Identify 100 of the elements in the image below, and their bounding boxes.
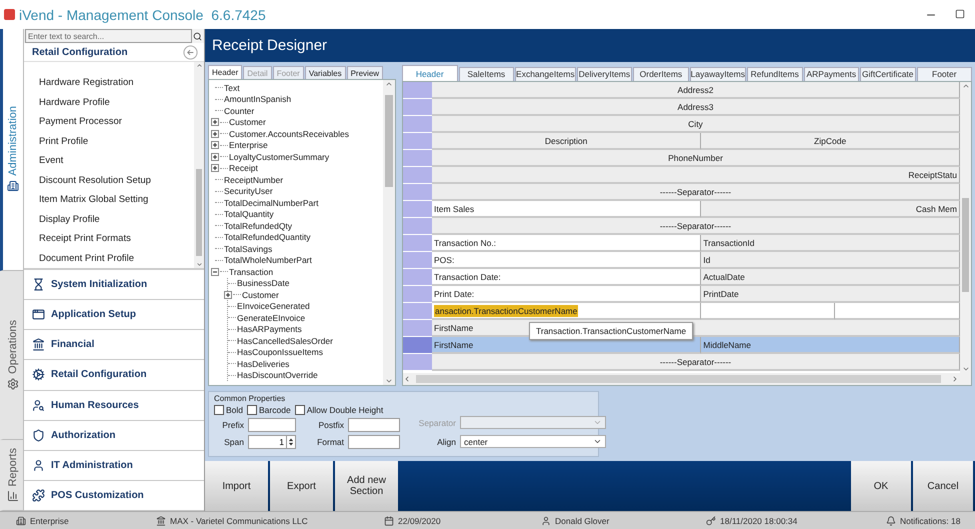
tab[interactable]: DeliveryItems — [576, 66, 632, 81]
tree-node[interactable]: TotalWholeNumberPart — [224, 255, 312, 266]
row-handle[interactable] — [403, 218, 432, 235]
tree-node[interactable]: Customer.AccountsReceivables — [229, 128, 350, 139]
scroll-thumb[interactable] — [416, 375, 941, 383]
grid-cell[interactable]: Address2 — [432, 82, 960, 99]
search-icon[interactable] — [193, 32, 202, 40]
row-handle[interactable] — [403, 99, 432, 116]
module-button[interactable]: Application Setup — [24, 300, 204, 330]
grid-cell[interactable] — [701, 303, 835, 320]
module-button[interactable]: POS Customization — [24, 480, 204, 511]
action-button[interactable]: Export — [270, 461, 333, 511]
grid-cell[interactable]: ZipCode — [701, 133, 960, 150]
grid-cell[interactable]: PhoneNumber — [432, 150, 960, 167]
search-field[interactable]: Enter text to search... — [25, 29, 192, 43]
tree-node[interactable]: LoyaltyCustomerSummary — [229, 152, 330, 162]
tree-node[interactable]: TotalDecimalNumberPart — [224, 198, 318, 208]
module-button[interactable]: Retail Configuration — [24, 360, 204, 390]
tab[interactable]: Header — [208, 65, 242, 79]
module-button[interactable]: IT Administration — [24, 450, 204, 481]
scroll-down-icon[interactable] — [962, 365, 970, 373]
expand-icon[interactable] — [211, 152, 219, 161]
grid-cell[interactable]: ReceiptStatu — [432, 167, 960, 184]
tree-node[interactable]: TotalRefundedQty — [224, 220, 292, 231]
action-button[interactable]: Add new Section — [335, 461, 398, 511]
tree-node[interactable]: GenerateEInvoice — [237, 312, 306, 323]
grid-cell[interactable]: ansaction.TransactionCustomerName — [432, 303, 702, 320]
menu-item[interactable]: Document Print Profile — [24, 248, 194, 268]
scroll-down-icon[interactable] — [196, 261, 202, 268]
menu-item[interactable]: Print Profile — [24, 132, 194, 151]
tree-node[interactable]: Text — [224, 82, 240, 93]
menu-item[interactable]: Payment Processor — [24, 112, 194, 132]
row-handle[interactable] — [403, 82, 432, 99]
grid-cell[interactable]: Id — [701, 252, 960, 269]
grid-cell[interactable]: Print Date: — [432, 286, 702, 303]
scroll-thumb[interactable] — [196, 169, 202, 256]
checkbox-option[interactable]: Barcode — [247, 405, 291, 415]
scroll-up-icon[interactable] — [385, 80, 393, 88]
grid-cell[interactable]: Description — [432, 133, 702, 150]
tree-node[interactable]: TotalQuantity — [224, 209, 274, 220]
side-tab[interactable]: Administration — [0, 29, 23, 270]
tree-node[interactable]: BusinessDate — [237, 278, 290, 288]
grid-cell[interactable]: ------Separator------ — [432, 354, 960, 371]
tree-node[interactable]: TotalRefundedQuantity — [224, 232, 310, 242]
expand-icon[interactable] — [211, 141, 219, 150]
checkbox-option[interactable]: Bold — [214, 405, 244, 415]
scroll-up-icon[interactable] — [962, 82, 970, 90]
tab[interactable]: Preview — [346, 66, 384, 79]
row-handle[interactable] — [403, 167, 432, 184]
row-handle[interactable] — [403, 235, 432, 252]
collapse-icon[interactable] — [211, 268, 219, 276]
grid-cell[interactable]: ------Separator------ — [432, 218, 960, 235]
menu-item[interactable]: Hardware Registration — [24, 73, 194, 92]
expand-icon[interactable] — [211, 130, 219, 138]
row-handle[interactable] — [403, 184, 432, 201]
grid-cell[interactable]: Transaction Date: — [432, 269, 702, 286]
row-handle[interactable] — [403, 286, 432, 303]
row-handle[interactable] — [403, 201, 432, 218]
tree-node[interactable]: HasDeliveries — [237, 358, 290, 369]
menu-item[interactable]: Receipt Print Formats — [24, 229, 194, 248]
expand-icon[interactable] — [211, 118, 219, 126]
row-handle[interactable] — [403, 116, 432, 133]
grid-cell[interactable]: MiddleName — [701, 337, 960, 354]
tree-node[interactable]: ReceiptNumber — [224, 174, 284, 185]
tree-node[interactable]: TotalSavings — [224, 244, 272, 254]
dialog-button[interactable]: OK — [851, 461, 911, 511]
menu-item[interactable]: Display Profile — [24, 210, 194, 229]
scroll-thumb[interactable] — [385, 95, 393, 187]
scroll-up-icon[interactable] — [196, 62, 202, 69]
tree-node[interactable]: AmountInSpanish — [224, 94, 292, 104]
tab[interactable]: GiftCertificate — [860, 66, 916, 81]
vertical-scrollbar[interactable] — [383, 80, 395, 385]
tree-node[interactable]: HasCouponIssueItems — [237, 347, 323, 358]
row-handle[interactable] — [403, 252, 432, 269]
tab[interactable]: ExchangeItems — [515, 66, 576, 81]
horizontal-scrollbar[interactable] — [403, 373, 971, 385]
row-handle[interactable] — [403, 320, 432, 337]
expand-icon[interactable] — [211, 164, 219, 172]
spinner-field[interactable]: 1 — [248, 435, 287, 449]
tab[interactable]: Footer — [916, 66, 972, 81]
grid-cell[interactable]: City — [432, 116, 960, 133]
module-button[interactable]: Human Resources — [24, 390, 204, 421]
grid-cell[interactable]: PrintDate — [701, 286, 960, 303]
grid-cell[interactable]: ActualDate — [701, 269, 960, 286]
tree-node[interactable]: HasARPayments — [237, 324, 302, 334]
checkbox[interactable] — [294, 405, 305, 415]
tab[interactable]: LayawayItems — [690, 66, 746, 81]
scroll-left-icon[interactable] — [403, 375, 411, 383]
input-field[interactable] — [348, 418, 400, 432]
tree-node[interactable]: SecurityUser — [224, 186, 273, 196]
tree-node[interactable]: HasDiscountOverride — [237, 370, 318, 380]
tree-node[interactable]: Customer — [229, 117, 266, 128]
checkbox-option[interactable]: Allow Double Height — [294, 405, 384, 415]
tree-node[interactable]: Transaction — [229, 266, 274, 277]
checkbox[interactable] — [247, 405, 258, 415]
grid-cell[interactable]: POS: — [432, 252, 702, 269]
tab[interactable]: Variables — [304, 66, 346, 79]
grid-cell[interactable]: ------Separator------ — [432, 184, 960, 201]
row-handle[interactable] — [403, 337, 432, 354]
tree-node[interactable]: Enterprise — [229, 140, 268, 150]
